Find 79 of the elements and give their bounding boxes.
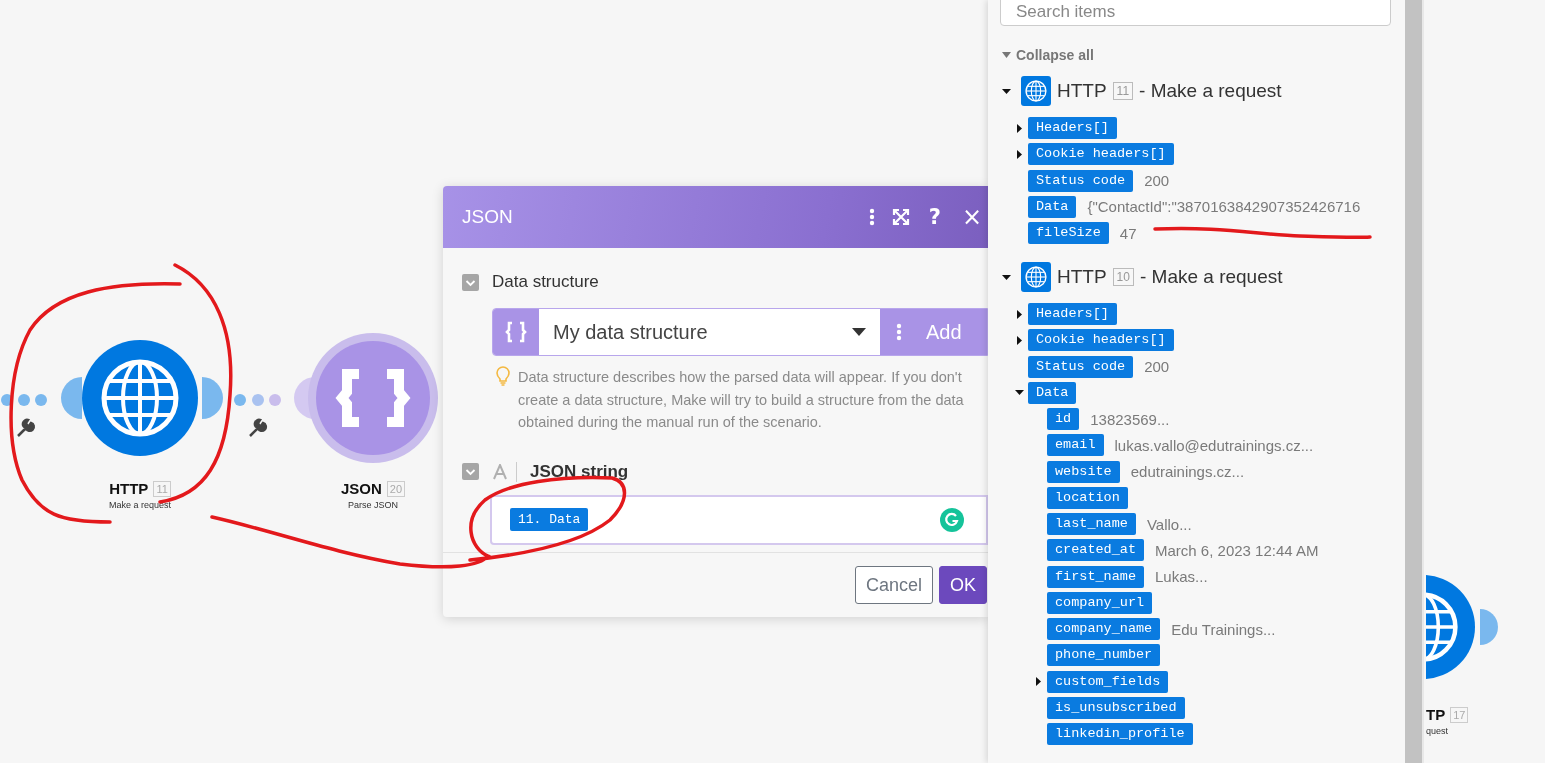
item-chip[interactable]: Headers[] xyxy=(1028,303,1117,325)
item-chip[interactable]: website xyxy=(1047,460,1120,483)
wrench-icon[interactable] xyxy=(248,418,268,438)
ok-button[interactable]: OK xyxy=(939,566,987,604)
item-value: Edu Trainings... xyxy=(1171,620,1276,638)
scrollbar[interactable] xyxy=(1405,0,1424,763)
field-label: Data structure xyxy=(492,272,599,292)
item-chip[interactable]: fileSize xyxy=(1028,222,1109,244)
item-chip[interactable]: Data xyxy=(1028,195,1077,218)
item-chip[interactable]: last_name xyxy=(1047,513,1136,535)
field-label: JSON string xyxy=(530,461,629,482)
module-number: 10 xyxy=(1112,268,1134,286)
module-action: - Make a request xyxy=(1139,80,1282,102)
collapse-toggle[interactable] xyxy=(462,463,479,480)
item-chip[interactable]: id xyxy=(1047,408,1080,430)
item-chip[interactable]: first_name xyxy=(1047,565,1144,588)
module-number: 20 xyxy=(386,480,406,497)
caret-icon xyxy=(1002,52,1011,58)
help-button[interactable]: ? xyxy=(926,205,943,229)
connector-dots xyxy=(1,394,47,406)
module-action: quest xyxy=(1426,726,1449,736)
search-field[interactable]: Search items xyxy=(1000,0,1391,26)
text-type-icon xyxy=(492,463,508,480)
item-value: lukas.vallo@edutrainings.cz... xyxy=(1114,436,1314,454)
item-chip[interactable]: created_at xyxy=(1047,539,1144,562)
maximize-icon[interactable] xyxy=(891,208,910,226)
cancel-button[interactable]: Cancel xyxy=(854,566,933,604)
item-value: edutrainings.cz... xyxy=(1130,463,1245,480)
module-number: 11 xyxy=(153,480,171,497)
lightbulb-icon xyxy=(496,366,510,386)
item-value: 47 xyxy=(1119,224,1137,242)
item-chip[interactable]: Status code xyxy=(1028,169,1134,192)
globe-icon xyxy=(1021,262,1051,292)
module-name: HTTP xyxy=(1057,80,1107,102)
module-action: Make a request xyxy=(108,500,171,510)
close-button[interactable]: × xyxy=(959,203,984,231)
braces-node-icon[interactable] xyxy=(307,332,439,464)
item-value: Vallo... xyxy=(1146,515,1192,533)
item-value: {"ContactId":"3870163842907352426716 xyxy=(1087,198,1361,216)
item-chip[interactable]: custom_fields xyxy=(1047,670,1169,693)
item-chip[interactable]: company_name xyxy=(1047,618,1161,640)
item-chip[interactable]: email xyxy=(1047,434,1104,457)
item-chip[interactable]: phone_number xyxy=(1047,644,1161,667)
item-value: 13823569... xyxy=(1090,410,1170,428)
node-handle[interactable] xyxy=(58,377,82,419)
item-value: 200 xyxy=(1144,358,1170,375)
item-chip[interactable]: company_url xyxy=(1047,591,1153,614)
item-chip[interactable]: is_unsubscribed xyxy=(1047,696,1185,719)
item-value: March 6, 2023 12:44 AM xyxy=(1155,541,1319,559)
item-chip[interactable]: Headers[] xyxy=(1028,117,1117,139)
item-value: 200 xyxy=(1144,172,1170,189)
globe-icon xyxy=(1021,76,1051,106)
wrench-icon[interactable] xyxy=(16,418,36,438)
module-name: HTTP xyxy=(109,480,149,497)
dialog-title: JSON xyxy=(462,206,513,228)
globe-node-icon[interactable] xyxy=(81,339,199,457)
item-value: Lukas... xyxy=(1155,568,1208,585)
module-action: Parse JSON xyxy=(348,500,398,510)
module-number: 11 xyxy=(1112,82,1134,100)
node-handle[interactable] xyxy=(202,377,224,419)
item-chip[interactable]: location xyxy=(1047,486,1128,509)
grammar-check-icon[interactable] xyxy=(940,507,964,532)
mapped-item-chip[interactable]: 11. Data xyxy=(510,508,589,531)
collapse-all-button[interactable]: Collapse all xyxy=(1000,47,1094,63)
module-name: HTTP xyxy=(1057,266,1107,288)
item-chip[interactable]: Data xyxy=(1028,381,1077,404)
connector-dots xyxy=(234,394,281,406)
module-number: 17 xyxy=(1450,706,1469,723)
module-action: - Make a request xyxy=(1139,266,1283,288)
item-chip[interactable]: Cookie headers[] xyxy=(1028,143,1174,166)
module-name: TP xyxy=(1426,706,1446,723)
item-chip[interactable]: Status code xyxy=(1028,355,1134,378)
help-text: Data structure describes how the parsed data will appear. If you don't create a data structure, Make will try to build a structure from the data obtained during the manual run of the scenario. xyxy=(518,368,965,432)
module-name: JSON xyxy=(340,480,382,497)
item-chip[interactable]: Cookie headers[] xyxy=(1028,329,1174,352)
more-options-icon[interactable] xyxy=(868,208,875,226)
json-string-field[interactable]: 11. Data xyxy=(490,494,988,545)
item-chip[interactable]: linkedin_profile xyxy=(1047,723,1193,745)
collapse-toggle[interactable] xyxy=(462,273,479,291)
